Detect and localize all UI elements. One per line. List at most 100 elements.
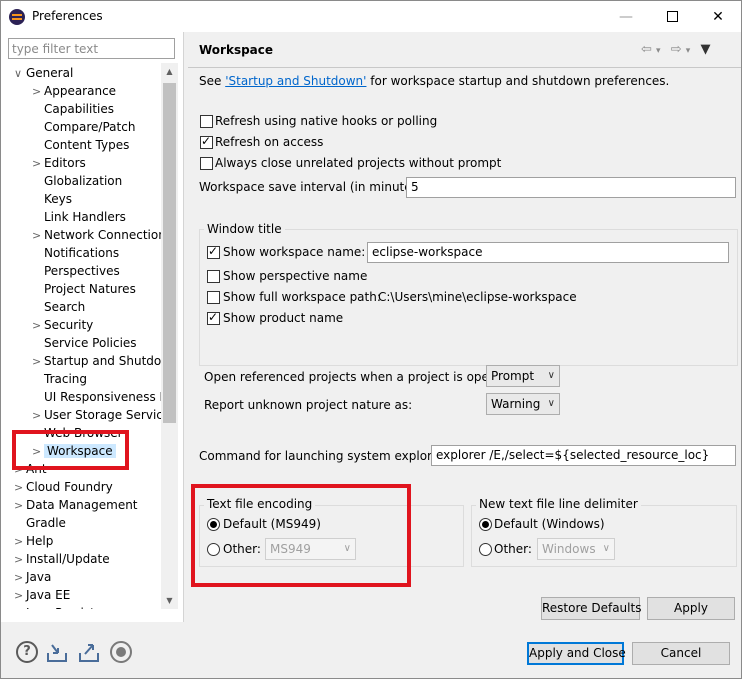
open-referenced-label: Open referenced projects when a project … [204, 370, 516, 384]
back-menu-icon[interactable]: ▾ [656, 46, 661, 56]
maximize-button[interactable] [649, 1, 695, 32]
tree-item[interactable]: Keys [32, 190, 72, 208]
close-button[interactable]: ✕ [695, 1, 741, 32]
tree-item[interactable]: > Java EE [14, 586, 70, 604]
show-full-path-checkbox[interactable] [207, 291, 220, 304]
tree-item[interactable]: Link Handlers [32, 208, 126, 226]
see-suffix: for workspace startup and shutdown prefe… [366, 74, 670, 88]
tree-item[interactable]: > Help [14, 532, 53, 550]
refresh-access-checkbox[interactable] [200, 134, 213, 149]
export-preferences-icon[interactable] [78, 641, 100, 663]
tree-item-label: Perspectives [44, 264, 120, 278]
scroll-up-icon[interactable]: ▲ [161, 63, 178, 80]
tree-item[interactable]: Service Policies [32, 334, 137, 352]
tree-item[interactable]: > Editors [32, 154, 86, 172]
cancel-button[interactable]: Cancel [632, 642, 730, 665]
tree-item[interactable]: Search [32, 298, 85, 316]
startup-shutdown-link[interactable]: 'Startup and Shutdown' [225, 74, 366, 88]
apply-and-close-button[interactable]: Apply and Close [527, 642, 626, 665]
show-product-name-label: Show product name [223, 311, 344, 325]
delimiter-default-label: Default (Windows) [494, 517, 605, 531]
tree-item[interactable]: > Appearance [32, 82, 116, 100]
forward-icon[interactable]: ⇨ [671, 42, 682, 57]
open-referenced-select[interactable]: Prompt ∨ [486, 365, 560, 387]
unknown-nature-select[interactable]: Warning ∨ [486, 393, 560, 415]
refresh-access-label: Refresh on access [215, 135, 324, 149]
tree-item[interactable]: Content Types [32, 136, 129, 154]
filter-input[interactable] [8, 38, 175, 59]
collapsed-chevron-icon[interactable]: > [32, 353, 44, 371]
tree-item[interactable]: Gradle [14, 514, 66, 532]
restore-defaults-button[interactable]: Restore Defaults [541, 597, 641, 620]
tree-item[interactable]: UI Responsiveness M [32, 388, 161, 406]
delimiter-default-radio[interactable] [479, 518, 492, 531]
delimiter-other-radio[interactable] [479, 543, 492, 556]
collapsed-chevron-icon[interactable]: > [14, 605, 26, 609]
refresh-native-checkbox[interactable] [200, 115, 213, 128]
tree-item[interactable]: ∨ General [14, 64, 73, 82]
tree-item[interactable]: Project Natures [32, 280, 136, 298]
import-preferences-icon[interactable] [46, 641, 68, 663]
tree-item[interactable]: > Install/Update [14, 550, 110, 568]
view-menu-icon[interactable]: ▼ [700, 42, 710, 57]
show-perspective-name-checkbox[interactable] [207, 270, 220, 283]
unknown-nature-label: Report unknown project nature as: [204, 398, 413, 412]
tree-item[interactable]: Tracing [32, 370, 87, 388]
minimize-button[interactable]: — [603, 1, 649, 32]
tree-item-label: Notifications [44, 246, 120, 260]
collapsed-chevron-icon[interactable]: > [14, 587, 26, 605]
collapsed-chevron-icon[interactable]: > [32, 155, 44, 173]
tree-item-label: Editors [44, 156, 86, 170]
collapsed-chevron-icon[interactable]: > [32, 227, 44, 245]
scrollbar-thumb[interactable] [163, 83, 176, 423]
tree-item[interactable]: > User Storage Service [32, 406, 161, 424]
collapsed-chevron-icon[interactable]: > [32, 317, 44, 335]
tree-item[interactable]: Globalization [32, 172, 122, 190]
tree-item-label: Java Persistence [26, 606, 124, 609]
workspace-page: Workspace ⇦ ▾ ⇨ ▾ ▼ See 'Startup and Shu… [188, 32, 741, 622]
help-icon[interactable]: ? [16, 641, 38, 663]
show-product-name-checkbox[interactable] [207, 310, 220, 325]
collapsed-chevron-icon[interactable]: > [14, 551, 26, 569]
refresh-native-label: Refresh using native hooks or polling [215, 114, 438, 128]
collapsed-chevron-icon[interactable]: > [32, 407, 44, 425]
show-workspace-name-label: Show workspace name: [223, 245, 366, 259]
workspace-name-input[interactable]: eclipse-workspace [367, 242, 729, 263]
expanded-chevron-icon[interactable]: ∨ [14, 65, 26, 83]
close-unrelated-checkbox[interactable] [200, 157, 213, 170]
tree-item[interactable]: >Startup and Shutdown [32, 352, 161, 370]
tree-item[interactable]: Perspectives [32, 262, 120, 280]
tree-item[interactable]: > Security [32, 316, 93, 334]
save-interval-input[interactable]: 5 [406, 177, 736, 198]
collapsed-chevron-icon[interactable]: > [14, 569, 26, 587]
tree-item[interactable]: Capabilities [32, 100, 114, 118]
delimiter-other-value: Windows [542, 542, 596, 556]
eclipse-icon [9, 9, 25, 25]
record-preferences-icon[interactable] [110, 641, 132, 663]
close-unrelated-label: Always close unrelated projects without … [215, 156, 502, 170]
tree-scrollbar[interactable]: ▲ ▼ [161, 63, 178, 609]
tree-item[interactable]: > Java [14, 568, 51, 586]
scroll-down-icon[interactable]: ▼ [161, 592, 178, 609]
tree-item[interactable]: > Network Connection [32, 226, 161, 244]
tree-item-label: Security [44, 318, 94, 332]
back-icon[interactable]: ⇦ [641, 42, 652, 57]
chevron-down-icon: ∨ [547, 370, 555, 381]
full-workspace-path: C:\Users\mine\eclipse-workspace [378, 290, 577, 304]
delimiter-other-select[interactable]: Windows ∨ [537, 538, 615, 560]
tree-item[interactable]: Notifications [32, 244, 119, 262]
tree-item[interactable]: > Data Management [14, 496, 138, 514]
explorer-command-input[interactable]: explorer /E,/select=${selected_resource_… [431, 445, 736, 466]
collapsed-chevron-icon[interactable]: > [14, 479, 26, 497]
collapsed-chevron-icon[interactable]: > [14, 533, 26, 551]
collapsed-chevron-icon[interactable]: > [14, 497, 26, 515]
collapsed-chevron-icon[interactable]: > [32, 83, 44, 101]
tree-item[interactable]: >Java Persistence [14, 604, 124, 609]
show-workspace-name-checkbox[interactable] [207, 244, 220, 259]
title-bar[interactable]: Preferences — ✕ [1, 1, 741, 32]
tree-item[interactable]: > Cloud Foundry [14, 478, 113, 496]
chevron-down-icon: ∨ [547, 398, 555, 409]
tree-item[interactable]: Compare/Patch [32, 118, 135, 136]
forward-menu-icon[interactable]: ▾ [686, 46, 691, 56]
apply-button[interactable]: Apply [647, 597, 735, 620]
